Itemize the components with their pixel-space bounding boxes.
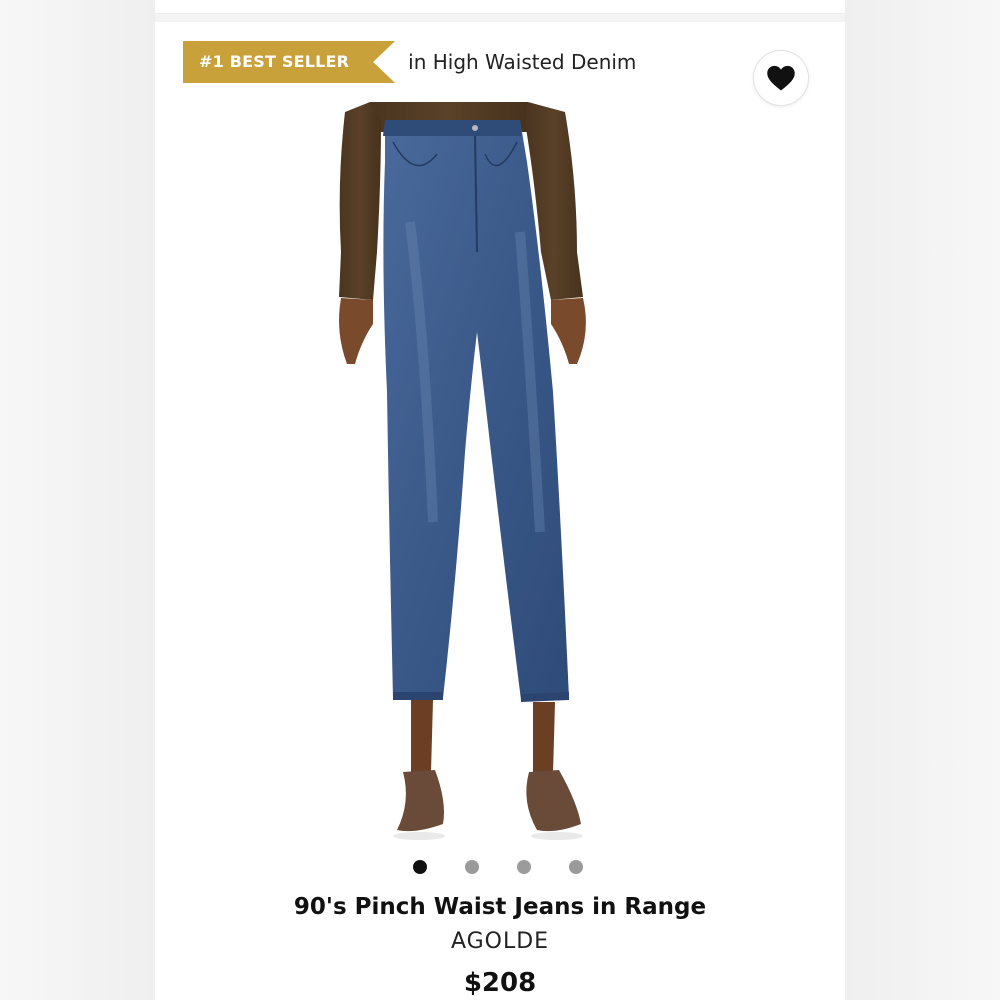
wishlist-button[interactable] xyxy=(753,50,809,106)
best-seller-badge-row: #1 BEST SELLER in High Waisted Denim xyxy=(183,41,636,83)
image-carousel-dots xyxy=(155,860,845,874)
heart-icon xyxy=(767,65,795,91)
carousel-dot-3[interactable] xyxy=(517,860,531,874)
best-seller-category: in High Waisted Denim xyxy=(408,50,637,74)
backdrop-left xyxy=(0,0,155,1000)
carousel-dot-2[interactable] xyxy=(465,860,479,874)
backdrop-right xyxy=(845,0,1000,1000)
top-strip xyxy=(155,0,845,14)
product-title[interactable]: 90's Pinch Waist Jeans in Range xyxy=(155,894,845,920)
product-price: $208 xyxy=(463,968,537,998)
product-card[interactable]: #1 BEST SELLER in High Waisted Denim 90'… xyxy=(155,22,845,1000)
product-photo[interactable] xyxy=(315,102,685,862)
product-brand[interactable]: AGOLDE xyxy=(155,929,845,954)
carousel-dot-1[interactable] xyxy=(413,860,427,874)
carousel-dot-4[interactable] xyxy=(569,860,583,874)
best-seller-ribbon: #1 BEST SELLER xyxy=(183,41,395,83)
